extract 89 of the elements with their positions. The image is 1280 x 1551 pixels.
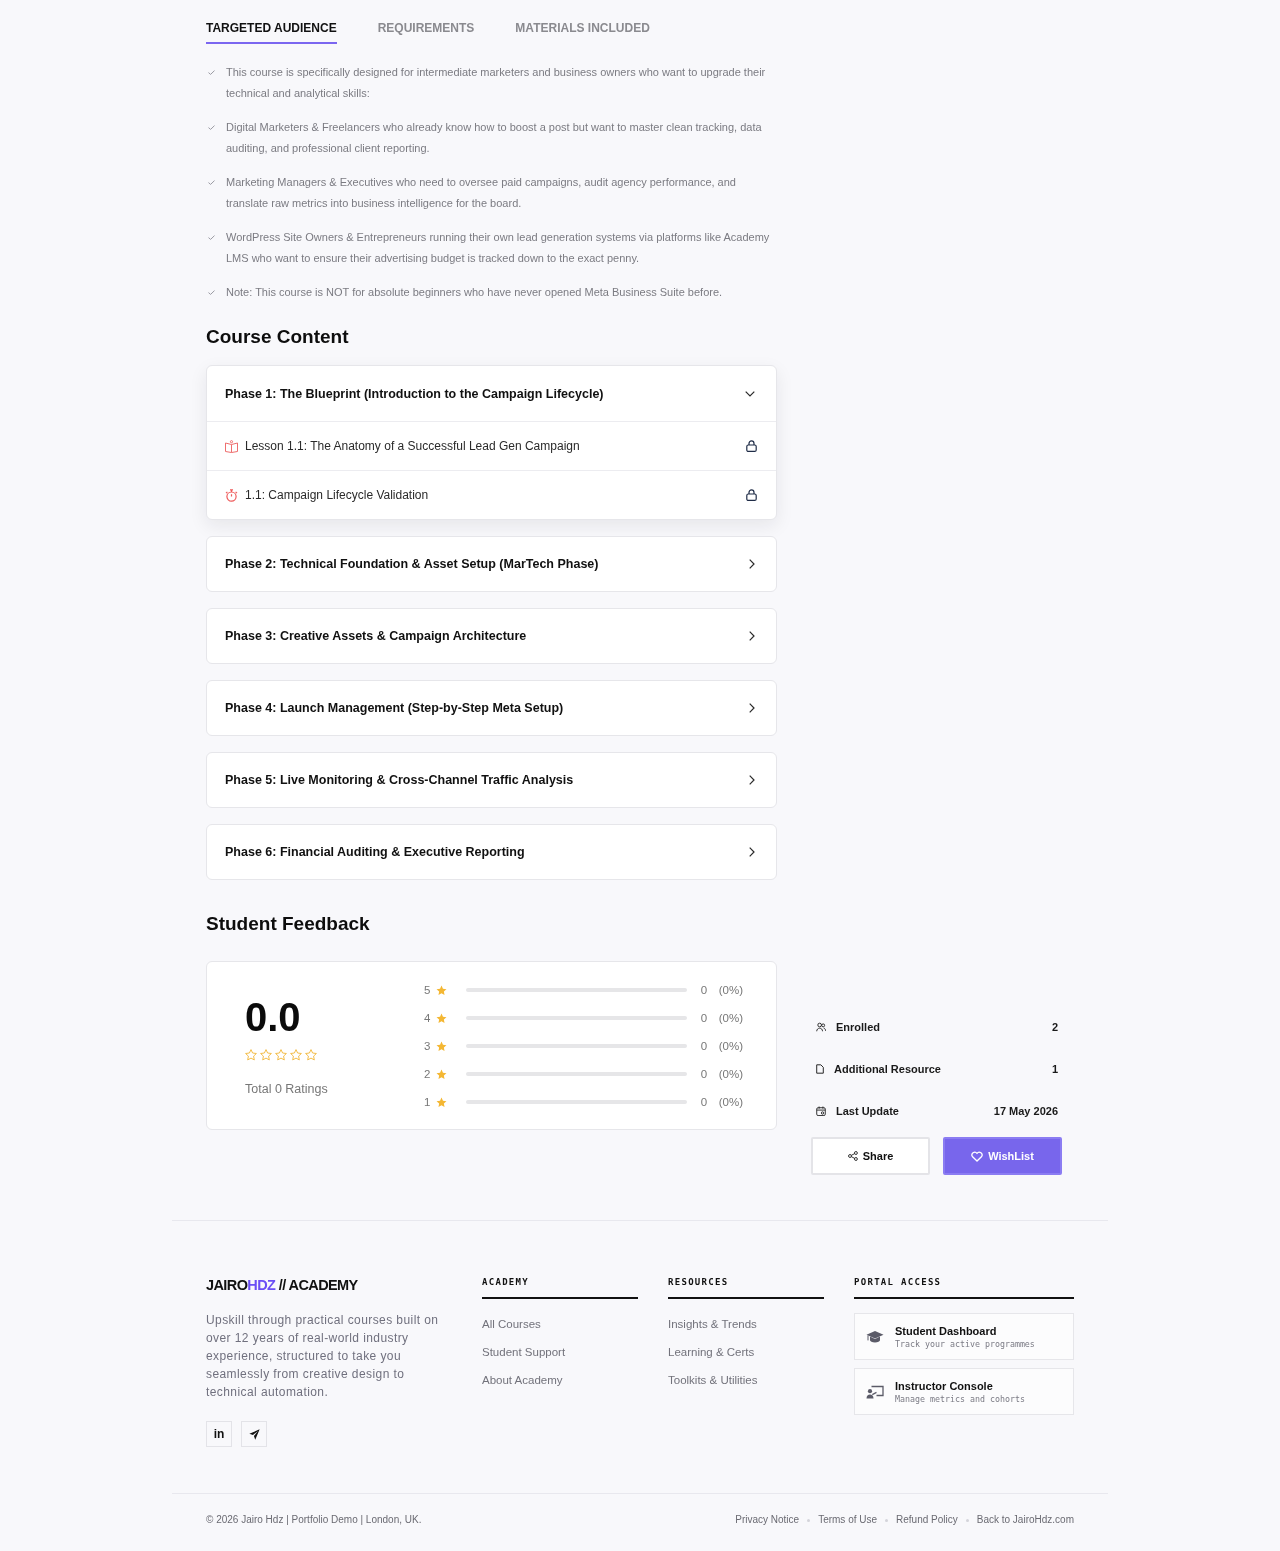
rating-percent: (0%) [718,1012,743,1024]
star-icon [260,1049,272,1061]
check-icon [208,290,215,295]
rating-percent: (0%) [718,984,743,996]
rating-count: 0 [700,1040,709,1052]
info-label: Last Update [836,1105,899,1117]
audience-text: WordPress Site Owners & Entrepreneurs running their own lead generation systems via platforms like Academy LMS who want to ensure their advertising budget is tracked down to the exact penny. [226,230,771,266]
audience-text: This course is specifically designed for intermediate marketers and business owners who want to upgrade their technical and analytical skills: [226,65,767,101]
info-value: 17 May 2026 [993,1105,1058,1117]
share-icon [847,1151,858,1161]
presenter-icon [866,1384,884,1399]
accordion-header[interactable]: Phase 3: Creative Assets & Campaign Architecture [206,608,777,664]
section-heading: Course Content [206,325,350,349]
star-level-label: 1 [424,1096,432,1108]
copyright-text: © 2026 Jairo Hdz | Portfolio Demo | London, UK. [206,1513,422,1527]
check-icon [208,125,215,130]
lesson-row[interactable]: Lesson 1.1: The Anatomy of a Successful Lead Gen Campaign [207,421,776,470]
info-value: 2 [1051,1021,1058,1033]
check-icon [208,235,215,240]
stopwatch-icon [225,488,238,502]
legal-link[interactable]: Back to JairoHdz.com [976,1513,1074,1527]
average-rating: 0.0 [245,995,301,1039]
calendar-icon [816,1106,826,1116]
footer-column-heading: RESOURCES [668,1276,824,1299]
wishlist-button[interactable]: WishList [943,1137,1062,1175]
portal-card[interactable]: Instructor Console Manage metrics and cohorts [854,1368,1074,1415]
star-level-label: 2 [424,1068,432,1080]
book-icon [225,439,238,453]
users-icon [816,1022,826,1032]
footer-link[interactable]: Learning & Certs [668,1344,755,1360]
footer-link[interactable]: Toolkits & Utilities [668,1372,758,1388]
brand-logo: JAIROHDZ // ACADEMY [206,1276,358,1294]
audience-text: Digital Marketers & Freelancers who already know how to boost a post but want to master clean tracking, data auditing, and professional client reporting. [226,120,763,156]
star-icon [245,1049,257,1061]
rating-percent: (0%) [718,1040,743,1052]
portal-card[interactable]: Student Dashboard Track your active programmes [854,1313,1074,1360]
footer-link[interactable]: All Courses [482,1316,541,1332]
file-icon [816,1064,824,1074]
lesson-row[interactable]: 1.1: Campaign Lifecycle Validation [207,470,776,519]
footer-link[interactable]: Insights & Trends [668,1316,757,1332]
star-icon [290,1049,302,1061]
rating-count: 0 [700,1096,709,1108]
star-icon [436,1040,447,1052]
accordion-header[interactable]: Phase 6: Financial Auditing & Executive Reporting [206,824,777,880]
separator-dot-icon [807,1518,811,1522]
legal-link[interactable]: Refund Policy [896,1513,958,1527]
audience-text: Note: This course is NOT for absolute beginners who have never opened Meta Business Suite before. [226,285,724,300]
audience-text: Marketing Managers & Executives who need to oversee paid campaigns, audit agency performance, and translate raw metrics into business intelligence for the board. [226,175,737,211]
share-button[interactable]: Share [811,1137,930,1175]
footer-description: Upskill through practical courses built on over 12 years of real-world industry experience, structured to take you seamlessly from creative design to technical automation. [206,1312,440,1401]
heart-icon [971,1150,984,1162]
accordion-header[interactable]: Phase 5: Live Monitoring & Cross-Channel Traffic Analysis [206,752,777,808]
paper-plane-icon [248,1428,260,1440]
rating-percent: (0%) [718,1068,743,1080]
star-icon [436,1012,447,1024]
footer-column-heading: ACADEMY [482,1276,638,1299]
star-level-label: 3 [424,1040,432,1052]
star-icon [436,1068,447,1080]
star-level-label: 4 [424,1012,432,1024]
footer-link[interactable]: Student Support [482,1344,566,1360]
tab[interactable]: TARGETED AUDIENCE [206,20,337,44]
star-icon [305,1049,317,1061]
legal-link[interactable]: Terms of Use [818,1513,878,1527]
rating-count: 0 [700,1068,709,1080]
check-icon [208,180,215,185]
footer-link[interactable]: About Academy [482,1372,563,1388]
section-heading: Student Feedback [206,912,371,936]
check-icon [208,70,215,75]
separator-dot-icon [965,1518,969,1522]
separator-dot-icon [885,1518,889,1522]
linkedin-button[interactable]: in [206,1421,232,1447]
rating-percent: (0%) [718,1096,743,1108]
legal-link[interactable]: Privacy Notice [735,1513,800,1527]
telegram-button[interactable] [241,1421,267,1447]
star-level-label: 5 [424,984,432,996]
star-icon [436,1096,447,1108]
star-icon [436,984,447,996]
graduation-cap-icon [866,1329,884,1344]
accordion-header[interactable]: Phase 2: Technical Foundation & Asset Setup (MarTech Phase) [206,536,777,592]
star-icon [275,1049,287,1061]
footer-column-heading: PORTAL ACCESS [854,1276,1074,1299]
accordion-header[interactable]: Phase 4: Launch Management (Step-by-Step Meta Setup) [206,680,777,736]
rating-count: 0 [700,984,709,996]
ratings-total: Total 0 Ratings [245,1081,328,1097]
rating-count: 0 [700,1012,709,1024]
info-label: Enrolled [836,1021,880,1033]
accordion-header[interactable]: Phase 1: The Blueprint (Introduction to the Campaign Lifecycle) [207,366,776,421]
info-label: Additional Resource [834,1063,941,1075]
info-value: 1 [1051,1063,1058,1075]
